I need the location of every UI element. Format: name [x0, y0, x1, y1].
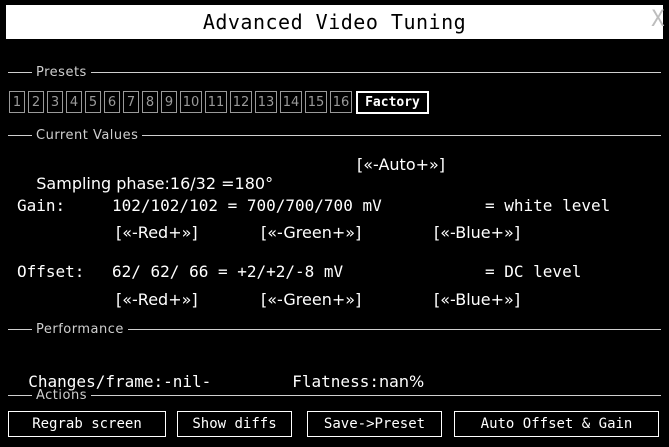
- preset-button-4[interactable]: 4: [66, 91, 82, 113]
- preset-button-6[interactable]: 6: [104, 91, 120, 113]
- window-title: Advanced Video Tuning: [202, 10, 467, 34]
- preset-button-13[interactable]: 13: [255, 91, 277, 113]
- gain-blue-control[interactable]: [«-Blue+»]: [434, 223, 520, 242]
- gain-value: 102/102/102 = 700/700/700 mV: [112, 196, 382, 215]
- preset-button-15[interactable]: 15: [305, 91, 327, 113]
- flatness: Flatness:nan%: [273, 353, 424, 391]
- section-presets: Presets: [8, 64, 661, 80]
- changes-per-frame: Changes/frame:-nil-: [9, 353, 211, 391]
- sampling-phase-value: 16/32 =180°: [169, 174, 274, 193]
- offset-blue-control[interactable]: [«-Blue+»]: [434, 290, 520, 309]
- gain-red-control[interactable]: [«-Red+»]: [116, 223, 198, 242]
- section-label-performance: Performance: [36, 321, 124, 337]
- regrab-screen-button[interactable]: Regrab screen: [8, 411, 166, 437]
- offset-green-control[interactable]: [«-Green+»]: [261, 290, 361, 309]
- preset-button-3[interactable]: 3: [47, 91, 63, 113]
- section-label-presets: Presets: [36, 64, 87, 80]
- section-actions: Actions: [8, 387, 661, 403]
- preset-button-9[interactable]: 9: [161, 91, 177, 113]
- offset-red-control[interactable]: [«-Red+»]: [116, 290, 198, 309]
- preset-button-2[interactable]: 2: [28, 91, 44, 113]
- sampling-auto-control[interactable]: [«-Auto+»]: [357, 155, 445, 174]
- offset-value: 62/ 62/ 66 = +2/+2/-8 mV: [112, 262, 344, 281]
- factory-preset-button[interactable]: Factory: [356, 91, 429, 114]
- section-label-current-values: Current Values: [36, 127, 139, 143]
- offset-dc-level-note: = DC level: [485, 262, 582, 281]
- window-title-bar: Advanced Video Tuning X: [6, 5, 665, 39]
- preset-button-5[interactable]: 5: [85, 91, 101, 113]
- preset-button-16[interactable]: 16: [330, 91, 352, 113]
- gain-white-level-note: = white level: [485, 196, 611, 215]
- preset-button-1[interactable]: 1: [9, 91, 25, 113]
- preset-button-10[interactable]: 10: [180, 91, 202, 113]
- preset-button-14[interactable]: 14: [280, 91, 302, 113]
- gain-label: Gain:: [17, 196, 66, 215]
- preset-button-7[interactable]: 7: [123, 91, 139, 113]
- gain-green-control[interactable]: [«-Green+»]: [261, 223, 361, 242]
- section-current-values: Current Values: [8, 127, 661, 143]
- sampling-phase-label: Sampling phase:: [36, 174, 170, 193]
- close-icon[interactable]: X: [651, 7, 665, 32]
- section-performance: Performance: [8, 321, 661, 337]
- preset-button-12[interactable]: 12: [230, 91, 252, 113]
- preset-button-11[interactable]: 11: [205, 91, 227, 113]
- preset-button-8[interactable]: 8: [142, 91, 158, 113]
- offset-label: Offset:: [17, 262, 85, 281]
- sampling-phase-row: Sampling phase:16/32 =180°: [17, 155, 273, 193]
- section-label-actions: Actions: [36, 387, 87, 403]
- show-diffs-button[interactable]: Show diffs: [177, 411, 292, 437]
- save-preset-button[interactable]: Save->Preset: [307, 411, 442, 437]
- auto-offset-gain-button[interactable]: Auto Offset & Gain: [454, 411, 659, 437]
- preset-button-row: 1 2 3 4 5 6 7 8 9 10 11 12 13 14 15 16 F…: [9, 91, 429, 114]
